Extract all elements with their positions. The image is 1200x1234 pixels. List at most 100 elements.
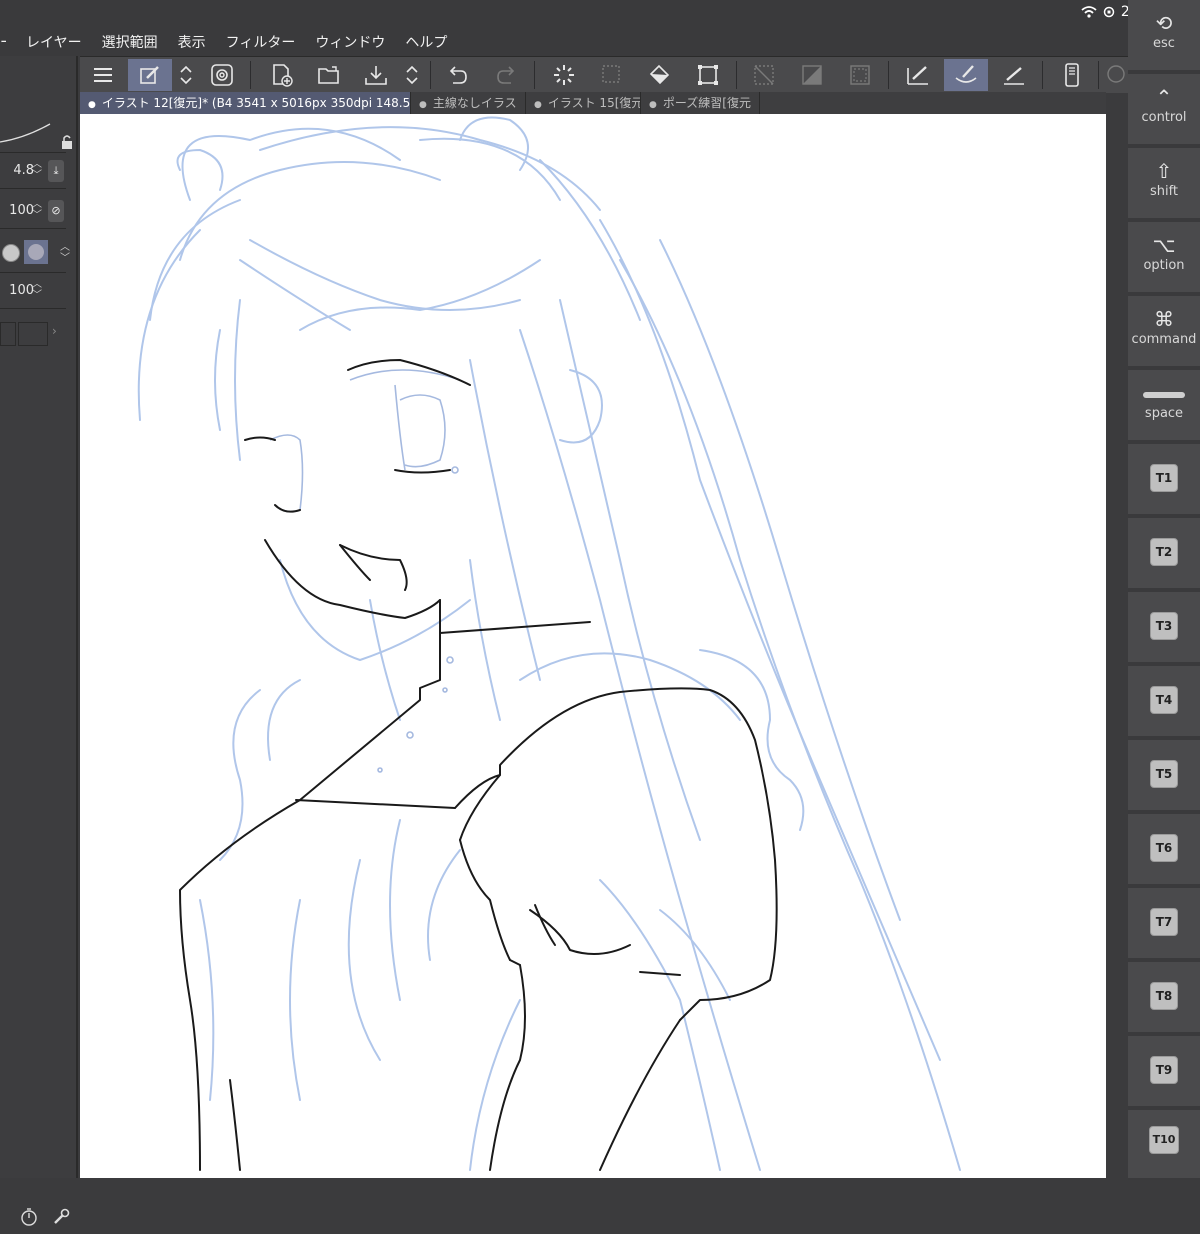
timer-icon[interactable] xyxy=(20,1208,38,1226)
t4-key[interactable]: T4 xyxy=(1128,666,1200,738)
loading-icon[interactable] xyxy=(542,59,586,91)
tab-dot: ● xyxy=(534,100,542,110)
tab-document[interactable]: ● イラスト 15[復元 xyxy=(526,92,641,114)
brush-tip-row[interactable]: ︿ ﹀ xyxy=(0,234,70,273)
key-label: space xyxy=(1144,406,1184,421)
command-key[interactable]: ⌘ command xyxy=(1128,296,1200,368)
t-key-label: T7 xyxy=(1150,908,1178,936)
opacity-value: 100 xyxy=(9,203,34,218)
hard-tip-icon[interactable] xyxy=(2,244,20,262)
menu-bar: ー レイヤー 選択範囲 表示 フィルター ウィンドウ ヘルプ xyxy=(0,28,1128,56)
density-value: 100 xyxy=(9,283,34,298)
wifi-icon xyxy=(1081,6,1097,18)
border-selection-icon[interactable] xyxy=(838,59,882,91)
t7-key[interactable]: T7 xyxy=(1128,888,1200,960)
opacity-stepper[interactable]: ︿ ﹀ xyxy=(32,199,42,221)
t-key-label: T2 xyxy=(1150,538,1178,566)
control-icon: ⌃ xyxy=(1155,85,1173,109)
swatch-row: › xyxy=(0,314,66,348)
modifier-keys-panel: ⟲ esc ⌃ control ⇧ shift ⌥ option ⌘ comma… xyxy=(1128,0,1200,1180)
new-canvas-icon[interactable] xyxy=(260,59,304,91)
t-key-label: T3 xyxy=(1150,612,1178,640)
space-key[interactable]: space xyxy=(1128,370,1200,442)
tip-stepper[interactable]: ︿ ﹀ xyxy=(60,242,70,264)
status-bar: 23% xyxy=(0,0,1200,28)
t-key-label: T5 xyxy=(1150,760,1178,788)
swatch-box[interactable] xyxy=(0,322,16,346)
transform-icon[interactable] xyxy=(686,59,730,91)
density-row[interactable]: 100 ︿ ﹀ xyxy=(0,274,66,309)
soft-tip-dot xyxy=(28,244,44,260)
shift-key[interactable]: ⇧ shift xyxy=(1128,148,1200,220)
toolbar-divider xyxy=(430,61,431,89)
comment-icon[interactable] xyxy=(1104,59,1128,91)
download-icon[interactable]: ⤓ xyxy=(48,160,64,182)
esc-icon: ⟲ xyxy=(1155,11,1173,35)
menu-icon[interactable] xyxy=(82,59,126,91)
t5-key[interactable]: T5 xyxy=(1128,740,1200,812)
tab-document[interactable]: ● 主線なしイラス xyxy=(411,92,526,114)
key-label: shift xyxy=(1149,184,1179,199)
menu-item-view[interactable]: 表示 xyxy=(178,32,206,52)
menu-item-help[interactable]: ヘルプ xyxy=(405,32,447,52)
device-icon[interactable] xyxy=(1050,59,1094,91)
brush-size-stepper[interactable]: ︿ ﹀ xyxy=(32,159,42,181)
menu-item-filter[interactable]: フィルター xyxy=(226,32,296,52)
document-tabs: ● イラスト 12[復元]* (B4 3541 x 5016px 350dpi 1… xyxy=(80,92,1106,114)
brush-stroke-preview[interactable] xyxy=(0,112,72,153)
lock-icon[interactable] xyxy=(60,134,74,150)
esc-key[interactable]: ⟲ esc xyxy=(1128,0,1200,72)
stroke-curve-icon xyxy=(0,123,51,143)
tab-document[interactable]: ● イラスト 12[復元]* (B4 3541 x 5016px 350dpi 1… xyxy=(80,92,411,114)
soft-tip-icon[interactable] xyxy=(24,240,48,264)
t6-key[interactable]: T6 xyxy=(1128,814,1200,886)
tab-document[interactable]: ● ポーズ練習[復元 xyxy=(641,92,760,114)
orientation-lock-icon xyxy=(1103,6,1115,18)
t-key-label: T8 xyxy=(1150,982,1178,1010)
t8-key[interactable]: T8 xyxy=(1128,962,1200,1034)
wrench-icon[interactable] xyxy=(52,1208,70,1226)
density-stepper[interactable]: ︿ ﹀ xyxy=(32,279,42,301)
ruler-icon[interactable] xyxy=(992,59,1036,91)
up-down-icon[interactable] xyxy=(398,59,426,91)
menu-item-edit[interactable]: ー xyxy=(0,32,6,52)
menu-item-selection[interactable]: 選択範囲 xyxy=(102,32,158,52)
ruler-pen-icon[interactable] xyxy=(896,59,940,91)
select-dotted-icon[interactable] xyxy=(590,59,634,91)
chevron-right-icon[interactable]: › xyxy=(52,324,57,338)
toolbar-divider xyxy=(534,61,535,89)
toolbar-divider xyxy=(736,61,737,89)
left-panel-footer xyxy=(0,1204,78,1234)
fill-icon[interactable] xyxy=(638,59,682,91)
tab-dot: ● xyxy=(419,100,427,110)
shift-icon: ⇧ xyxy=(1155,159,1173,183)
t9-key[interactable]: T9 xyxy=(1128,1036,1200,1108)
key-label: esc xyxy=(1153,36,1175,51)
clear-selection-icon[interactable] xyxy=(742,59,786,91)
t-key-label: T6 xyxy=(1150,834,1178,862)
open-folder-icon[interactable] xyxy=(308,59,352,91)
redo-icon[interactable] xyxy=(484,59,528,91)
pressure-icon[interactable]: ⊘ xyxy=(48,200,64,222)
menu-item-window[interactable]: ウィンドウ xyxy=(315,32,385,52)
option-icon: ⌥ xyxy=(1152,233,1176,257)
swirl-icon[interactable] xyxy=(200,59,244,91)
t10-key[interactable]: T10 xyxy=(1128,1110,1200,1180)
tab-label: 主線なしイラス xyxy=(432,96,517,110)
control-key[interactable]: ⌃ control xyxy=(1128,74,1200,146)
option-key[interactable]: ⌥ option xyxy=(1128,222,1200,294)
up-down-icon[interactable] xyxy=(172,59,200,91)
menu-item-layer[interactable]: レイヤー xyxy=(26,32,82,52)
t1-key[interactable]: T1 xyxy=(1128,444,1200,516)
t3-key[interactable]: T3 xyxy=(1128,592,1200,664)
undo-icon[interactable] xyxy=(436,59,480,91)
tab-label: ポーズ練習[復元 xyxy=(662,96,751,110)
toolbar-divider xyxy=(1098,61,1099,89)
swatch-box[interactable] xyxy=(18,322,48,346)
save-icon[interactable] xyxy=(354,59,398,91)
invert-selection-icon[interactable] xyxy=(790,59,834,91)
t2-key[interactable]: T2 xyxy=(1128,518,1200,590)
pen-edit-icon[interactable] xyxy=(128,59,172,91)
brush-icon[interactable] xyxy=(944,59,988,91)
drawing-canvas[interactable] xyxy=(80,114,1106,1178)
